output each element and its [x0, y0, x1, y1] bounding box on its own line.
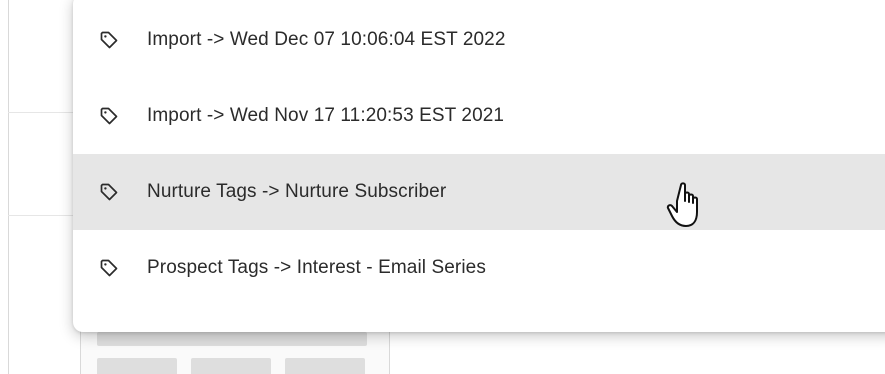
tag-option-label: Nurture Tags -> Nurture Subscriber — [147, 181, 447, 202]
tag-option-import-dec-2022[interactable]: Import -> Wed Dec 07 10:06:04 EST 2022 — [73, 2, 885, 78]
placeholder-block — [191, 358, 271, 374]
tag-option-label: Prospect Tags -> Interest - Email Series — [147, 257, 486, 278]
page-left-border — [8, 0, 9, 374]
page-divider — [8, 215, 74, 216]
screen: Import -> Wed Dec 07 10:06:04 EST 2022 I… — [0, 0, 885, 374]
placeholder-bar — [97, 332, 367, 346]
tag-option-label: Import -> Wed Dec 07 10:06:04 EST 2022 — [147, 29, 506, 50]
placeholder-block — [97, 358, 177, 374]
tag-option-label: Import -> Wed Nov 17 11:20:53 EST 2021 — [147, 105, 505, 126]
tag-icon — [99, 182, 119, 202]
tag-dropdown-menu: Import -> Wed Dec 07 10:06:04 EST 2022 I… — [73, 0, 885, 332]
page-divider — [8, 112, 74, 113]
tag-option-interest-email-series[interactable]: Prospect Tags -> Interest - Email Series — [73, 230, 885, 306]
tag-option-nurture-subscriber[interactable]: Nurture Tags -> Nurture Subscriber — [73, 154, 885, 230]
tag-icon — [99, 258, 119, 278]
tag-option-import-nov-2021[interactable]: Import -> Wed Nov 17 11:20:53 EST 2021 — [73, 78, 885, 154]
placeholder-block — [285, 358, 365, 374]
tag-icon — [99, 106, 119, 126]
tag-icon — [99, 30, 119, 50]
